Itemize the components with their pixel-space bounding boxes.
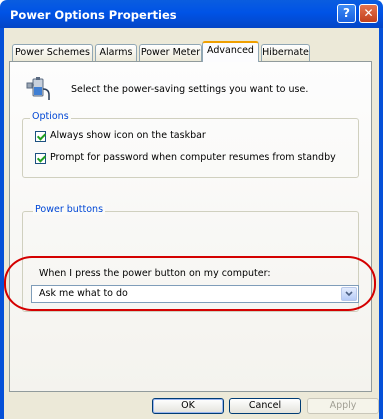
prompt-password-label[interactable]: Prompt for password when computer resume… — [50, 152, 336, 163]
window-border-right — [379, 28, 383, 419]
power-options-window: Power Options Properties ? ✕ Power Schem… — [0, 0, 383, 419]
window-title: Power Options Properties — [10, 8, 177, 22]
options-group-label: Options — [30, 111, 71, 122]
prompt-password-checkbox[interactable] — [35, 153, 46, 164]
cancel-button[interactable]: Cancel — [229, 398, 301, 414]
highlight-annotation-oval — [4, 256, 376, 311]
battery-plug-icon — [26, 77, 50, 100]
close-icon: ✕ — [363, 6, 374, 20]
close-button[interactable]: ✕ — [359, 4, 378, 23]
ok-button[interactable]: OK — [152, 398, 224, 414]
always-show-icon-label[interactable]: Always show icon on the taskbar — [50, 130, 206, 141]
intro-text: Select the power-saving settings you wan… — [71, 84, 309, 95]
help-icon: ? — [343, 6, 350, 20]
tab-power-meter[interactable]: Power Meter — [139, 44, 202, 61]
apply-button[interactable]: Apply — [307, 398, 379, 414]
tab-alarms[interactable]: Alarms — [95, 44, 137, 61]
title-bar[interactable]: Power Options Properties ? ✕ — [0, 0, 383, 28]
tab-advanced[interactable]: Advanced — [202, 41, 259, 62]
tab-hibernate[interactable]: Hibernate — [261, 44, 310, 61]
tab-power-schemes[interactable]: Power Schemes — [12, 44, 93, 61]
always-show-icon-checkbox[interactable] — [35, 131, 46, 142]
options-group — [22, 118, 359, 178]
power-buttons-group-label: Power buttons — [33, 204, 106, 215]
window-border-left — [0, 28, 4, 419]
help-button[interactable]: ? — [337, 4, 356, 23]
